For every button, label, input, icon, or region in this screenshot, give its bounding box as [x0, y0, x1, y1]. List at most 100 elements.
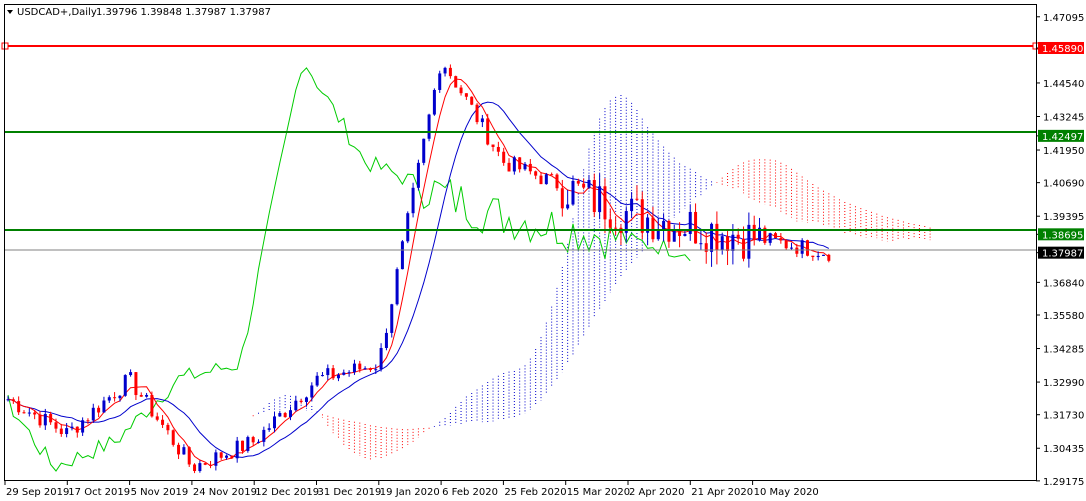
time-tick-label: 12 Dec 2019: [255, 487, 319, 498]
candle-body: [427, 114, 431, 139]
candle-body: [416, 162, 420, 188]
candle-body: [790, 247, 794, 249]
candle-body: [544, 174, 548, 185]
candle-body: [587, 180, 591, 188]
candle-body: [443, 67, 447, 74]
candle-body: [470, 96, 474, 105]
price-tick-label: 1.47095: [1043, 13, 1084, 24]
candle-body: [235, 440, 239, 459]
price-chart[interactable]: 1.47095 1.45890 1.44540 1.43245 1.42497 1.419…: [0, 0, 1086, 501]
price-tick-label: 1.41950: [1043, 146, 1084, 157]
candle-body: [198, 463, 202, 472]
candle-body: [54, 422, 58, 429]
candle-body: [70, 426, 74, 429]
candle-body: [49, 413, 53, 423]
candle-body: [230, 455, 234, 459]
candle-body: [821, 254, 825, 256]
candle-body: [496, 146, 500, 152]
candle-body: [134, 372, 138, 396]
candle-body: [6, 399, 10, 401]
candle-body: [336, 374, 340, 379]
price-tick-label: 1.34285: [1043, 345, 1084, 356]
candle-body: [459, 87, 463, 94]
candle-body: [784, 240, 788, 249]
candle-body: [448, 67, 452, 77]
candle-body: [288, 410, 292, 418]
candle-body: [59, 428, 63, 435]
candle-body: [384, 332, 388, 348]
candle-body: [422, 138, 426, 163]
candle-body: [326, 368, 330, 376]
candle-body: [774, 233, 778, 239]
candle-body: [576, 180, 580, 184]
price-tick-label: 1.35580: [1043, 311, 1084, 322]
time-tick-label: 31 Dec 2019: [318, 487, 382, 498]
candle-body: [225, 455, 229, 458]
candle-body: [662, 220, 666, 230]
candle-body: [374, 369, 378, 371]
candle-body: [806, 240, 809, 256]
price-tick-label: 1.40690: [1043, 179, 1084, 190]
time-tick-label: 15 Mar 2020: [567, 487, 630, 498]
candle-body: [38, 414, 42, 426]
candle-body: [411, 187, 415, 214]
candle-body: [27, 412, 31, 414]
candle-body: [464, 93, 468, 97]
candle-body: [219, 452, 223, 458]
candle-body: [726, 236, 730, 251]
candle-body: [145, 394, 149, 397]
candle-body: [635, 198, 639, 200]
time-tick-label: 19 Jan 2020: [380, 487, 440, 498]
candle-body: [752, 224, 756, 241]
candle-body: [11, 399, 15, 402]
candle-body: [129, 372, 133, 376]
candle-body: [491, 144, 495, 147]
candle-body: [699, 243, 703, 245]
candle-body: [566, 204, 570, 209]
candle-body: [75, 426, 79, 433]
price-tick-label: 1.39395: [1043, 212, 1084, 223]
candle-body: [102, 400, 106, 413]
candle-body: [571, 180, 575, 205]
candle-body: [91, 407, 95, 421]
candle-body: [273, 416, 276, 429]
candle-body: [331, 368, 335, 379]
candle-body: [310, 385, 314, 398]
candle-body: [65, 428, 69, 435]
price-tick-label: 1.43245: [1043, 112, 1084, 123]
candle-body: [43, 413, 47, 426]
time-tick-label: 2 Apr 2020: [629, 487, 684, 498]
candle-body: [523, 163, 527, 170]
candle-body: [603, 186, 607, 220]
candle-body: [454, 76, 458, 88]
candle-body: [560, 188, 564, 209]
candle-body: [694, 211, 698, 244]
candle-body: [704, 243, 708, 252]
symbol-label: USDCAD+,Daily: [17, 7, 97, 18]
candle-body: [811, 255, 815, 258]
candle-body: [177, 444, 181, 455]
time-tick-label: 17 Oct 2019: [68, 487, 130, 498]
candle-body: [182, 447, 186, 455]
candle-body: [320, 375, 324, 377]
candle-body: [118, 395, 122, 399]
price-tick-label: 1.32990: [1043, 378, 1084, 389]
candle-body: [672, 229, 676, 242]
price-axis[interactable]: 1.47095 1.45890 1.44540 1.43245 1.42497 1.419…: [1036, 13, 1084, 488]
candle-body: [33, 412, 37, 415]
candle-body: [123, 375, 127, 396]
candle-body: [736, 234, 740, 239]
candle-body: [608, 219, 612, 228]
candle-body: [363, 368, 367, 370]
chart-window[interactable]: 1.47095 1.45890 1.44540 1.43245 1.42497 1.419…: [0, 0, 1086, 501]
price-tick-label: 1.44540: [1043, 79, 1084, 90]
candle-body: [294, 400, 298, 411]
candle-body: [816, 255, 820, 258]
candle-body: [150, 394, 154, 417]
candle-body: [342, 372, 346, 375]
candle-body: [251, 437, 255, 443]
price-level-tag-label: 1.45890: [1042, 44, 1083, 55]
time-tick-label: 21 Apr 2020: [691, 487, 753, 498]
candle-body: [710, 223, 714, 252]
candle-body: [17, 401, 21, 413]
